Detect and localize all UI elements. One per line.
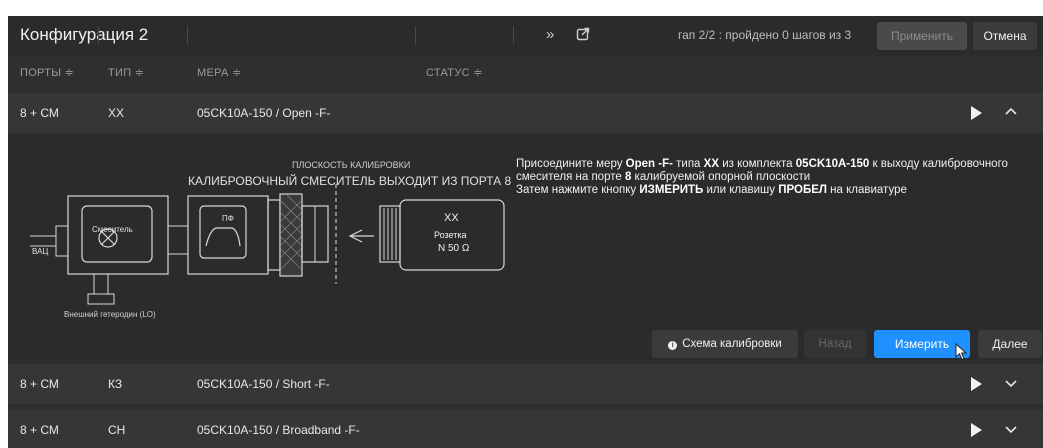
panel-header: Конфигурация 2 » гап 2/2 : пройдено 0 ша…: [8, 16, 1043, 56]
next-button[interactable]: Далее: [978, 330, 1042, 358]
double-chevron-right-icon[interactable]: »: [546, 26, 554, 44]
column-divider: [513, 26, 514, 44]
instruction-line-3: Затем нажмите кнопку ИЗМЕРИТЬ или клавиш…: [516, 184, 907, 196]
row-measure: 05CK10A-150 / Short -F-: [197, 377, 330, 391]
row-ports: 8 + СМ: [20, 423, 59, 437]
vac-label: ВАЦ: [32, 247, 49, 256]
column-divider: [187, 26, 188, 44]
filter-box-label: ПФ: [222, 214, 234, 223]
table-row[interactable]: 8 + СМ СН 05CK10A-150 / Broadband -F-: [8, 410, 1043, 448]
calibration-panel: Конфигурация 2 » гап 2/2 : пройдено 0 ша…: [8, 16, 1043, 448]
column-divider: [415, 26, 416, 44]
column-divider: [98, 26, 99, 44]
column-header-ports[interactable]: ПОРТЫ ≑: [20, 66, 74, 79]
calibration-scheme-button[interactable]: i Схема калибровки: [652, 330, 798, 358]
calibration-plane-label: ПЛОСКОСТЬ КАЛИБРОВКИ: [292, 160, 411, 170]
instruction-line-1: Присоедините меру Open -F- типа ХХ из ко…: [516, 158, 1008, 170]
row-type: КЗ: [108, 377, 123, 391]
progress-status: гап 2/2 : пройдено 0 шагов из 3: [678, 28, 852, 42]
page-title: Конфигурация 2: [20, 25, 149, 44]
column-header-type[interactable]: ТИП ≑: [108, 66, 144, 79]
standard-connector-label: Розетка: [434, 230, 467, 240]
row-ports: 8 + СМ: [20, 106, 59, 120]
play-icon[interactable]: [971, 106, 982, 120]
mixer-output-label: КАЛИБРОВОЧНЫЙ СМЕСИТЕЛЬ ВЫХОДИТ ИЗ ПОРТА…: [188, 174, 512, 188]
calibration-diagram: [30, 184, 505, 305]
row-type: ХХ: [108, 106, 125, 120]
mixer-box-label: Смеситель: [92, 225, 133, 234]
table-header: ПОРТЫ ≑ ТИП ≑ МЕРА ≑ СТАТУС ≑: [8, 56, 1043, 88]
table-row[interactable]: 8 + СМ ХХ 05CK10A-150 / Open -F-: [8, 93, 1043, 133]
chevron-down-icon[interactable]: [1003, 375, 1019, 391]
app-window: Конфигурация 2 » гап 2/2 : пройдено 0 ша…: [0, 0, 1043, 448]
external-link-icon[interactable]: [576, 27, 590, 41]
standard-type-label: ХХ: [444, 212, 459, 224]
column-header-measure[interactable]: МЕРА ≑: [197, 66, 242, 79]
play-icon[interactable]: [971, 423, 982, 437]
back-button[interactable]: Назад: [804, 330, 866, 358]
instruction-line-2: смесителя на порте 8 калибруемой опорной…: [516, 171, 811, 183]
row-measure: 05CK10A-150 / Broadband -F-: [197, 423, 360, 437]
info-icon: i: [668, 341, 678, 350]
cancel-button[interactable]: Отмена: [973, 22, 1037, 50]
mouse-cursor-icon: [955, 343, 968, 361]
row-measure: 05CK10A-150 / Open -F-: [197, 106, 331, 120]
chevron-down-icon[interactable]: [1003, 421, 1019, 437]
chevron-up-icon[interactable]: [1003, 104, 1019, 120]
lo-label: Внешний гетеродин (LO): [64, 310, 156, 319]
table-row[interactable]: 8 + СМ КЗ 05CK10A-150 / Short -F-: [8, 364, 1043, 404]
row-ports: 8 + СМ: [20, 377, 59, 391]
standard-impedance-label: N 50 Ω: [438, 243, 470, 254]
play-icon[interactable]: [971, 377, 982, 391]
apply-button[interactable]: Применить: [877, 22, 967, 50]
instruction-text: Присоедините меру Open -F- типа ХХ из ко…: [516, 158, 1043, 197]
row-type: СН: [108, 423, 126, 437]
column-header-status[interactable]: СТАТУС ≑: [426, 66, 483, 79]
